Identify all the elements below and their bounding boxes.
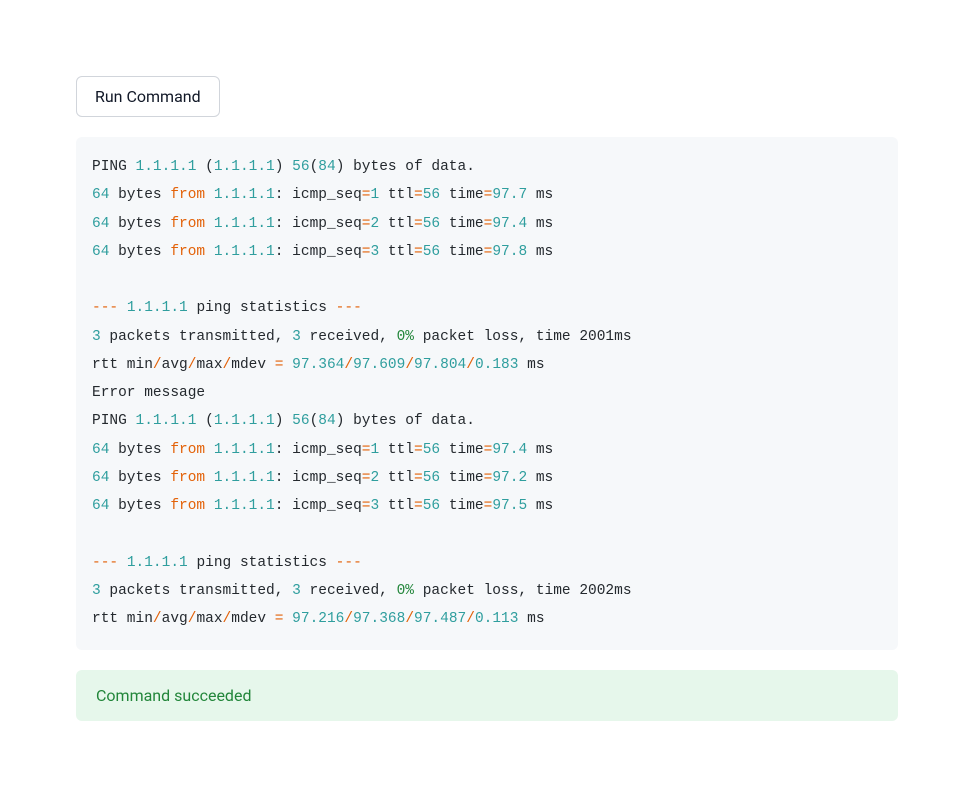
ping-stats-summary: 3 packets transmitted, 3 received, 0% pa… [92,583,632,599]
ping-rtt-line: rtt min/avg/max/mdev = 97.364/97.609/97.… [92,357,545,373]
error-message-line: Error message [92,385,205,401]
command-output: PING 1.1.1.1 (1.1.1.1) 56(84) bytes of d… [76,137,898,650]
ping-reply-line: 64 bytes from 1.1.1.1: icmp_seq=2 ttl=56… [92,216,553,232]
ping-reply-line: 64 bytes from 1.1.1.1: icmp_seq=3 ttl=56… [92,498,553,514]
ping-reply-line: 64 bytes from 1.1.1.1: icmp_seq=3 ttl=56… [92,244,553,260]
ping-header: PING 1.1.1.1 (1.1.1.1) 56(84) bytes of d… [92,413,475,429]
ping-stats-header: --- 1.1.1.1 ping statistics --- [92,555,362,571]
ping-rtt-line: rtt min/avg/max/mdev = 97.216/97.368/97.… [92,611,545,627]
status-badge: Command succeeded [76,670,898,721]
run-command-button[interactable]: Run Command [76,76,220,117]
ping-reply-line: 64 bytes from 1.1.1.1: icmp_seq=1 ttl=56… [92,187,553,203]
ping-stats-summary: 3 packets transmitted, 3 received, 0% pa… [92,329,632,345]
ping-reply-line: 64 bytes from 1.1.1.1: icmp_seq=1 ttl=56… [92,442,553,458]
ping-header: PING 1.1.1.1 (1.1.1.1) 56(84) bytes of d… [92,159,475,175]
ping-stats-header: --- 1.1.1.1 ping statistics --- [92,300,362,316]
ping-reply-line: 64 bytes from 1.1.1.1: icmp_seq=2 ttl=56… [92,470,553,486]
